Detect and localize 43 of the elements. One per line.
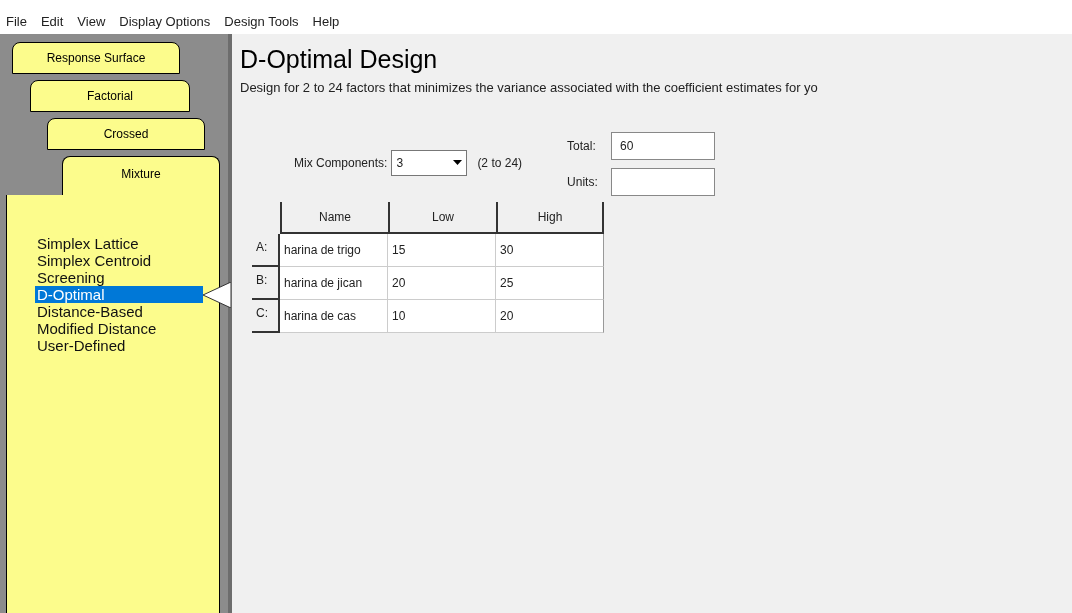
page-title: D-Optimal Design [240, 44, 439, 74]
caret-icon [453, 160, 463, 165]
pointer-icon [201, 282, 231, 308]
design-list-item[interactable]: Modified Distance [35, 320, 203, 337]
menu-item[interactable]: File [6, 12, 27, 32]
mix-components-dropdown[interactable]: 3 [391, 149, 468, 176]
column-header: Low [388, 201, 496, 234]
table-cell[interactable]: 30 [496, 233, 604, 267]
range-text: (2 to 24) [477, 154, 523, 172]
table-cell[interactable]: harina de jican [280, 266, 388, 300]
design-list-item[interactable]: Simplex Centroid [35, 252, 203, 269]
mix-components-label: Mix Components: [294, 154, 388, 172]
table-cell[interactable]: harina de cas [280, 299, 388, 333]
tab[interactable]: Mixture [62, 156, 220, 196]
menu-item[interactable]: View [77, 12, 106, 32]
menu-item[interactable]: Help [312, 12, 340, 32]
design-list-item[interactable]: Distance-Based [35, 303, 203, 320]
table-cell[interactable]: harina de trigo [280, 233, 388, 267]
design-list-item[interactable]: Screening [35, 269, 203, 286]
total-label: Total: [567, 137, 597, 155]
row-header: A: [252, 233, 280, 267]
menu-item[interactable]: Design Tools [224, 12, 299, 32]
design-list-item[interactable]: Simplex Lattice [35, 235, 203, 252]
column-header: Name [280, 201, 388, 234]
row-header: C: [252, 299, 280, 333]
design-list-item[interactable]: D-Optimal [35, 286, 203, 303]
tab[interactable]: Factorial [30, 80, 190, 112]
table-cell[interactable]: 10 [388, 299, 496, 333]
row-header: B: [252, 266, 280, 300]
total-field[interactable]: 60 [611, 131, 716, 160]
tab[interactable]: Response Surface [12, 42, 180, 74]
table-cell[interactable]: 20 [388, 266, 496, 300]
menu-item[interactable]: Edit [40, 12, 64, 32]
table-cell[interactable]: 15 [388, 233, 496, 267]
table-cell[interactable]: 25 [496, 266, 604, 300]
tab[interactable]: Crossed [47, 118, 205, 150]
design-list-item[interactable]: User-Defined [35, 337, 203, 354]
menu-item[interactable]: Display Options [119, 12, 211, 32]
units-field[interactable] [611, 167, 716, 196]
units-label: Units: [567, 173, 598, 191]
description: Design for 2 to 24 factors that minimizes the variance associated with the coefficient estimates for yo [240, 79, 819, 97]
column-header: High [496, 201, 604, 234]
table-cell[interactable]: 20 [496, 299, 604, 333]
